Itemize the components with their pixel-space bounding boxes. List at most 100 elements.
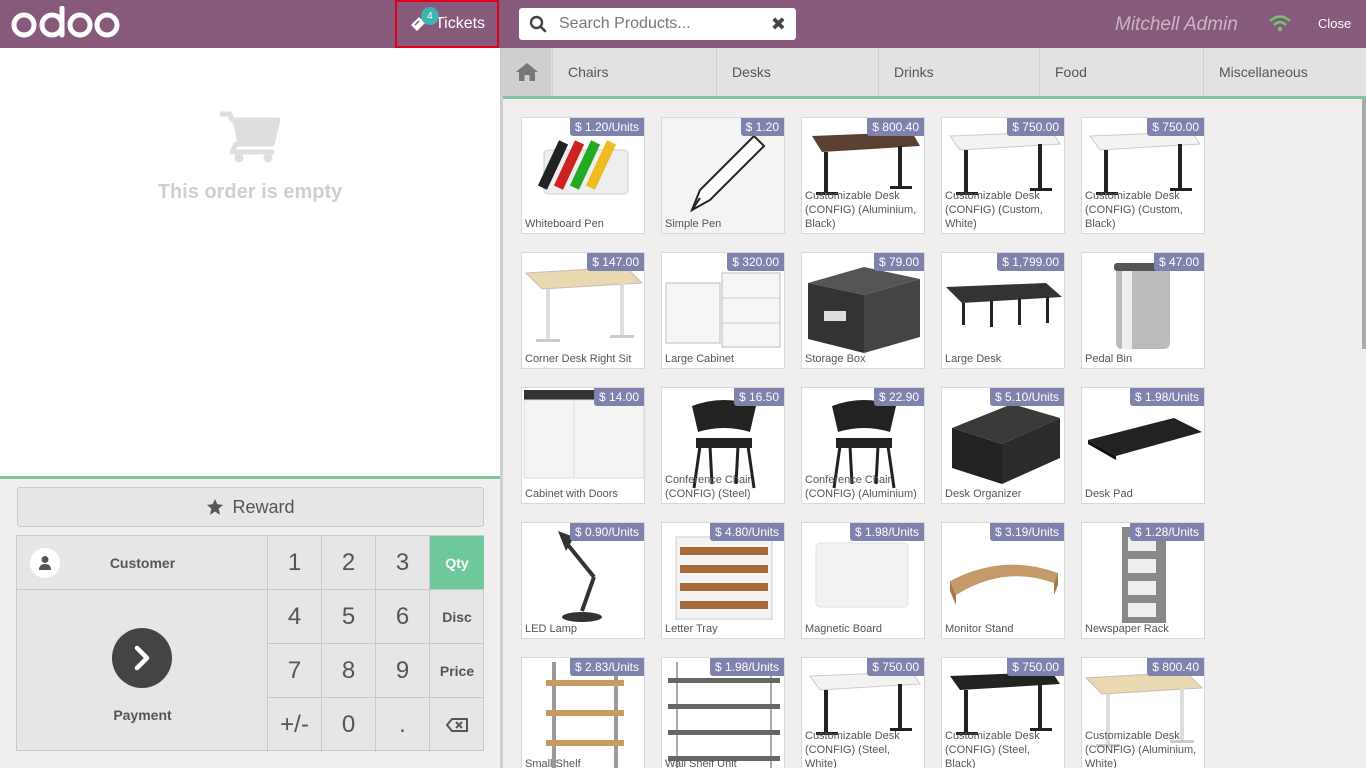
- numpad-key-7[interactable]: 7: [268, 644, 322, 698]
- product-grid: $ 1.20/Units Whiteboard Pen $ 1.20 Simple P…: [503, 99, 1362, 768]
- customer-label: Customer: [109, 554, 176, 571]
- numpad-key-plus-minus[interactable]: +/-: [268, 698, 322, 752]
- product-card[interactable]: $ 320.00 Large Cabinet: [661, 252, 785, 369]
- search-input[interactable]: [557, 14, 757, 34]
- user-name: Mitchell Admin: [1115, 14, 1238, 35]
- customer-button[interactable]: Customer: [17, 536, 268, 590]
- product-name: Customizable Desk (CONFIG) (Aluminium, W…: [1085, 730, 1197, 768]
- numpad-area: Customer Payment 1 2 3 Qty 4 5 6 Disc 7 …: [16, 535, 484, 752]
- product-card[interactable]: $ 2.83/Units Small Shelf: [521, 657, 645, 768]
- wifi-icon: [1269, 15, 1291, 32]
- category-drinks[interactable]: Drinks: [878, 48, 1039, 96]
- product-card[interactable]: $ 750.00 Customizable Desk (CONFIG) (Cust…: [941, 117, 1065, 234]
- numpad-key-9[interactable]: 9: [376, 644, 430, 698]
- product-scrollbar[interactable]: [1362, 99, 1366, 349]
- price-tag: $ 1.20: [740, 118, 784, 136]
- product-card[interactable]: $ 1.20 Simple Pen: [661, 117, 785, 234]
- numpad-key-6[interactable]: 6: [376, 590, 430, 644]
- disc-mode-button[interactable]: Disc: [430, 590, 484, 644]
- price-tag: $ 1.98/Units: [1129, 388, 1204, 406]
- ticket-icon: 4: [409, 7, 439, 33]
- product-card[interactable]: $ 0.90/Units LED Lamp: [521, 522, 645, 639]
- numpad-key-decimal[interactable]: .: [376, 698, 430, 752]
- product-card[interactable]: $ 800.40 Customizable Desk (CONFIG) (Alum…: [1081, 657, 1205, 768]
- price-tag: $ 1.98/Units: [709, 658, 784, 676]
- price-tag: $ 5.10/Units: [989, 388, 1064, 406]
- product-name: Customizable Desk (CONFIG) (Aluminium, B…: [805, 190, 917, 230]
- backspace-icon: [446, 718, 468, 732]
- price-tag: $ 3.19/Units: [989, 523, 1064, 541]
- product-card[interactable]: $ 1.98/Units Magnetic Board: [801, 522, 925, 639]
- clear-search-icon[interactable]: ✖: [771, 14, 786, 35]
- category-miscellaneous[interactable]: Miscellaneous: [1203, 48, 1366, 96]
- tickets-label: Tickets: [434, 15, 486, 32]
- qty-mode-button[interactable]: Qty: [430, 536, 484, 590]
- category-desks[interactable]: Desks: [716, 48, 878, 96]
- product-name: Desk Pad: [1085, 488, 1133, 500]
- product-name: Pedal Bin: [1085, 353, 1133, 365]
- category-chairs[interactable]: Chairs: [552, 48, 717, 96]
- product-card[interactable]: $ 1.20/Units Whiteboard Pen: [521, 117, 645, 234]
- price-tag: $ 47.00: [1153, 253, 1204, 271]
- product-name: Whiteboard Pen: [525, 218, 604, 230]
- product-card[interactable]: $ 750.00 Customizable Desk (CONFIG) (Cust…: [1081, 117, 1205, 234]
- price-tag: $ 1.98/Units: [849, 523, 924, 541]
- product-card[interactable]: $ 4.80/Units Letter Tray: [661, 522, 785, 639]
- numpad-key-2[interactable]: 2: [322, 536, 376, 590]
- product-card[interactable]: $ 5.10/Units Desk Organizer: [941, 387, 1065, 504]
- product-name: Customizable Desk (CONFIG) (Steel, White…: [805, 730, 900, 768]
- price-tag: $ 14.00: [593, 388, 644, 406]
- product-card[interactable]: $ 1.98/Units Desk Pad: [1081, 387, 1205, 504]
- product-card[interactable]: $ 1.98/Units Wall Shelf Unit: [661, 657, 785, 768]
- product-card[interactable]: $ 147.00 Corner Desk Right Sit: [521, 252, 645, 369]
- price-tag: $ 22.90: [873, 388, 924, 406]
- price-tag: $ 800.40: [1147, 658, 1204, 676]
- product-name: Customizable Desk (CONFIG) (Steel, Black…: [945, 730, 1040, 768]
- product-name: Customizable Desk (CONFIG) (Custom, Whit…: [945, 190, 1043, 230]
- numpad-key-1[interactable]: 1: [268, 536, 322, 590]
- home-category-button[interactable]: [503, 48, 551, 96]
- product-card[interactable]: $ 1.28/Units Newspaper Rack: [1081, 522, 1205, 639]
- numpad-key-3[interactable]: 3: [376, 536, 430, 590]
- product-name: Cabinet with Doors: [525, 488, 618, 500]
- product-card[interactable]: $ 1,799.00 Large Desk: [941, 252, 1065, 369]
- product-name: Wall Shelf Unit: [665, 758, 737, 768]
- price-tag: $ 800.40: [867, 118, 924, 136]
- price-tag: $ 1,799.00: [997, 253, 1064, 271]
- price-tag: $ 750.00: [1007, 118, 1064, 136]
- product-name: Letter Tray: [665, 623, 718, 635]
- category-bar: Chairs Desks Drinks Food Miscellaneous: [503, 48, 1366, 96]
- product-card[interactable]: $ 800.40 Customizable Desk (CONFIG) (Alum…: [801, 117, 925, 234]
- product-card[interactable]: $ 16.50 Conference Chair (CONFIG) (Steel): [661, 387, 785, 504]
- product-name: Storage Box: [805, 353, 866, 365]
- price-tag: $ 16.50: [733, 388, 784, 406]
- home-icon: [516, 63, 538, 81]
- product-card[interactable]: $ 47.00 Pedal Bin: [1081, 252, 1205, 369]
- product-name: Desk Organizer: [945, 488, 1022, 500]
- numpad-key-0[interactable]: 0: [322, 698, 376, 752]
- numpad-key-5[interactable]: 5: [322, 590, 376, 644]
- backspace-button[interactable]: [430, 698, 484, 752]
- close-button[interactable]: Close: [1318, 16, 1351, 31]
- product-card[interactable]: $ 750.00 Customizable Desk (CONFIG) (Stee…: [941, 657, 1065, 768]
- product-card[interactable]: $ 3.19/Units Monitor Stand: [941, 522, 1065, 639]
- price-tag: $ 750.00: [867, 658, 924, 676]
- price-tag: $ 1.20/Units: [569, 118, 644, 136]
- numpad-key-4[interactable]: 4: [268, 590, 322, 644]
- tickets-button[interactable]: 4 Tickets: [395, 0, 499, 48]
- payment-button[interactable]: Payment: [17, 590, 268, 752]
- product-card[interactable]: $ 79.00 Storage Box: [801, 252, 925, 369]
- product-name: Conference Chair (CONFIG) (Aluminium): [805, 474, 917, 500]
- numpad-key-8[interactable]: 8: [322, 644, 376, 698]
- star-icon: [207, 498, 224, 515]
- price-tag: $ 79.00: [873, 253, 924, 271]
- reward-button[interactable]: Reward: [17, 487, 484, 527]
- price-mode-button[interactable]: Price: [430, 644, 484, 698]
- product-card[interactable]: $ 22.90 Conference Chair (CONFIG) (Alumin…: [801, 387, 925, 504]
- product-name: Conference Chair (CONFIG) (Steel): [665, 474, 752, 500]
- product-name: Large Cabinet: [665, 353, 735, 365]
- product-card[interactable]: $ 14.00 Cabinet with Doors: [521, 387, 645, 504]
- category-food[interactable]: Food: [1039, 48, 1204, 96]
- payment-arrow-icon: [112, 628, 172, 688]
- product-card[interactable]: $ 750.00 Customizable Desk (CONFIG) (Stee…: [801, 657, 925, 768]
